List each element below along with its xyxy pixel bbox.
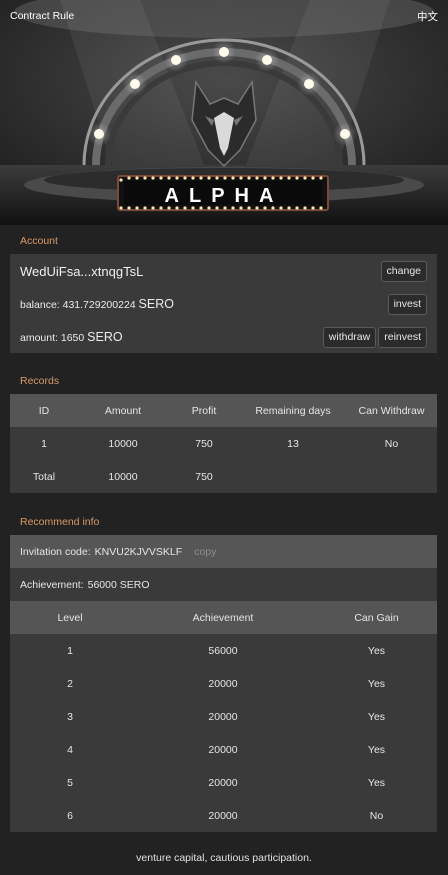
balance-label: balance: (20, 299, 60, 311)
invitation-label: Invitation code: (20, 545, 91, 558)
table-cell: Yes (367, 644, 386, 657)
table-cell: 750 (195, 437, 213, 450)
table-cell: 20000 (208, 776, 238, 789)
copy-button[interactable]: copy (194, 546, 216, 558)
table-cell: Total (32, 470, 56, 483)
table-cell (346, 460, 437, 493)
records-header: Can Withdraw (346, 394, 437, 427)
records-header: Amount (78, 394, 168, 427)
table-cell: No (369, 809, 384, 822)
level-header: Achievement (130, 601, 316, 634)
achievement-value: 56000 SERO (87, 578, 150, 591)
table-cell: 10000 (108, 470, 138, 483)
change-button[interactable]: change (380, 260, 427, 282)
invitation-code: KNVU2KJVVSKLF (94, 545, 183, 558)
amount-text: amount: 1650 SERO (20, 330, 123, 344)
records-header: Remaining days (240, 394, 346, 427)
table-cell: Yes (367, 743, 386, 756)
table-cell: 13 (287, 437, 299, 450)
table-cell: 5 (67, 776, 73, 789)
top-bar: Contract Rule 中文 (0, 0, 448, 32)
recommend-section-title: Recommend info (20, 516, 100, 528)
balance-unit: SERO (138, 297, 174, 311)
table-cell: 2 (67, 677, 73, 690)
table-cell: 750 (195, 470, 213, 483)
records-table: ID Amount Profit Remaining days Can With… (10, 394, 437, 493)
level-header: Can Gain (316, 601, 437, 634)
table-row-total: Total 10000 750 (10, 460, 437, 493)
table-cell: 3 (67, 710, 73, 723)
table-cell: 4 (67, 743, 73, 756)
stage-illustration: ALPHA (0, 0, 448, 225)
amount-value: 1650 (60, 332, 85, 344)
hero-banner: ALPHA Contract Rule 中文 (0, 0, 448, 225)
recommend-panel: Achievement: 56000 SERO Level Achievemen… (10, 568, 437, 832)
table-row: 6 20000 No (10, 799, 437, 832)
level-header-row: Level Achievement Can Gain (10, 601, 437, 634)
withdraw-button[interactable]: withdraw (322, 326, 377, 348)
table-cell: 1 (41, 437, 47, 450)
table-cell: 20000 (208, 677, 238, 690)
table-cell: Yes (367, 677, 386, 690)
account-section-title: Account (20, 235, 58, 247)
table-row: 4 20000 Yes (10, 733, 437, 766)
records-header: Profit (168, 394, 240, 427)
achievement-row: Achievement: 56000 SERO (20, 568, 427, 601)
account-panel: WedUiFsa...xtnqgTsL change balance: 431.… (10, 254, 437, 353)
table-cell: 56000 (208, 644, 238, 657)
table-cell: Yes (367, 710, 386, 723)
balance-text: balance: 431.729200224 SERO (20, 297, 174, 311)
amount-unit: SERO (87, 330, 123, 344)
table-row: 5 20000 Yes (10, 766, 437, 799)
language-toggle[interactable]: 中文 (417, 9, 438, 24)
table-row: 3 20000 Yes (10, 700, 437, 733)
table-cell: 1 (67, 644, 73, 657)
records-header: ID (10, 394, 78, 427)
table-cell: 20000 (208, 809, 238, 822)
contract-rule-link[interactable]: Contract Rule (10, 10, 74, 22)
table-cell: No (384, 437, 399, 450)
table-cell: Yes (367, 776, 386, 789)
hero-title: ALPHA (165, 185, 284, 207)
invest-button[interactable]: invest (387, 293, 427, 315)
level-header: Level (10, 601, 130, 634)
table-cell: 20000 (208, 743, 238, 756)
amount-label: amount: (20, 332, 58, 344)
achievement-label: Achievement: (20, 578, 84, 591)
table-cell: 6 (67, 809, 73, 822)
reinvest-button[interactable]: reinvest (378, 326, 427, 348)
table-row: 1 10000 750 13 No (10, 427, 437, 460)
table-cell: 20000 (208, 710, 238, 723)
table-cell (240, 460, 346, 493)
table-row: 2 20000 Yes (10, 667, 437, 700)
balance-value: 431.729200224 (62, 299, 136, 311)
footer-disclaimer: venture capital, cautious participation. (136, 852, 312, 864)
account-name: WedUiFsa...xtnqgTsL (20, 263, 144, 279)
table-row: 1 56000 Yes (10, 634, 437, 667)
records-header-row: ID Amount Profit Remaining days Can With… (10, 394, 437, 427)
records-section-title: Records (20, 375, 60, 387)
table-cell: 10000 (108, 437, 138, 450)
invitation-row: Invitation code: KNVU2KJVVSKLF copy (10, 535, 437, 568)
